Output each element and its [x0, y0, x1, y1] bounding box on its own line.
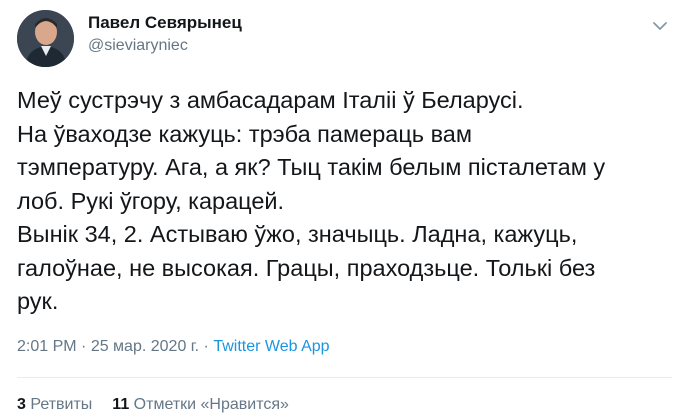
divider — [17, 377, 672, 378]
tweet-text-line: Вынік 34, 2. Астываю ўжо, значыць. Ладна… — [17, 221, 578, 247]
tweet-card: Павел Севярынец @sieviaryniec Меў сустрэ… — [0, 0, 685, 416]
meta-separator: · — [76, 338, 91, 355]
retweets-count: 3 — [17, 396, 26, 413]
tweet-text-line: Меў сустрэчу з амбасадарам Італіі ў Бела… — [17, 87, 524, 113]
tweet-text-line: тэмпературу. Ага, а як? Тыц такім белым … — [17, 154, 606, 180]
tweet-text-line: рук. — [17, 288, 59, 314]
tweet-text-line: галоўнае, не высокая. Грацы, праходзьце.… — [17, 254, 596, 281]
tweet-stats: 3 Ретвиты 11 Отметки «Нравится» — [17, 396, 289, 414]
retweets-stat[interactable]: 3 Ретвиты — [17, 396, 92, 413]
retweets-label: Ретвиты — [30, 396, 93, 413]
author-name[interactable]: Павел Севярынец — [88, 13, 242, 33]
tweet-date[interactable]: 25 мар. 2020 г. — [91, 338, 199, 355]
tweet-time[interactable]: 2:01 PM — [17, 338, 77, 355]
tweet-text-line: На ўваходзе кажуць: трэба памераць вам — [17, 120, 473, 147]
tweet-text: Меў сустрэчу з амбасадарам Італіі ў Бела… — [17, 84, 677, 319]
chevron-down-icon[interactable] — [648, 14, 672, 38]
source-app-link[interactable]: Twitter Web App — [213, 338, 329, 355]
likes-stat[interactable]: 11 Отметки «Нравится» — [112, 396, 289, 413]
meta-separator: · — [199, 338, 214, 355]
likes-label: Отметки «Нравится» — [133, 396, 289, 413]
likes-count: 11 — [112, 396, 130, 413]
avatar[interactable] — [17, 10, 74, 67]
tweet-text-line: лоб. Рукі ўгору, карацей. — [17, 187, 285, 214]
author-handle[interactable]: @sieviaryniec — [88, 37, 188, 55]
tweet-meta: 2:01 PM · 25 мар. 2020 г. · Twitter Web … — [17, 338, 330, 356]
avatar-image — [17, 10, 74, 67]
